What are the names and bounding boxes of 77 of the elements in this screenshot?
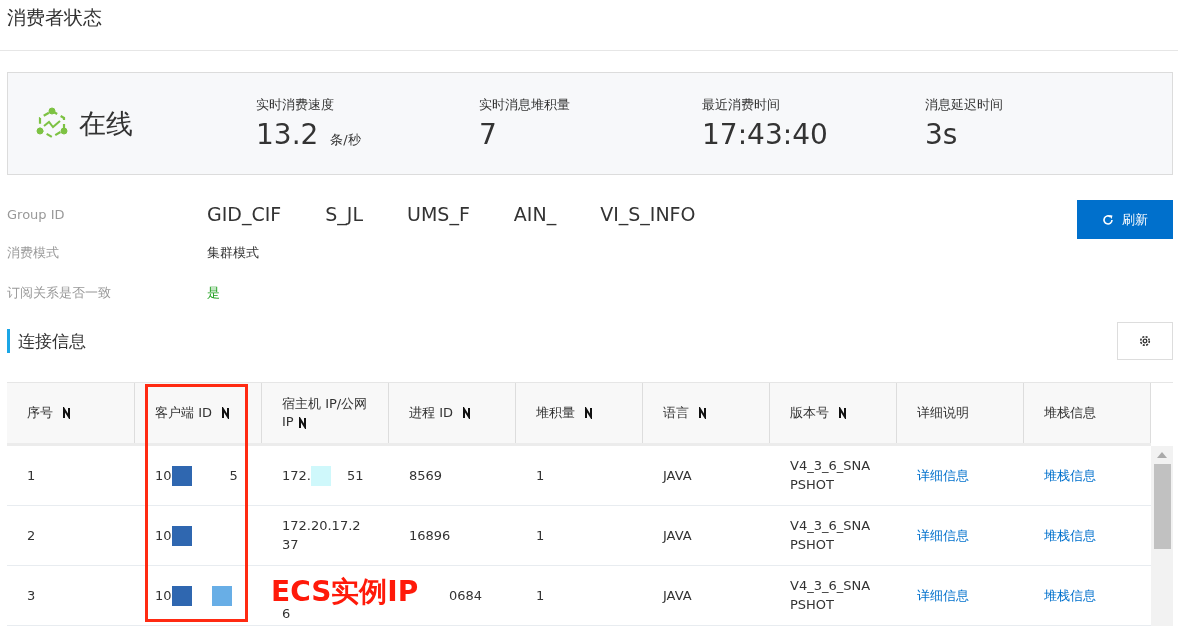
redaction-mark (310, 465, 331, 486)
column-header[interactable]: 进程 ID (409, 403, 471, 423)
group-id-fragment: VI_S_INFO (600, 203, 696, 225)
table-cell-text: V4_3_6_SNAPSHOT (790, 516, 872, 554)
table-cell: 0684 (449, 588, 483, 603)
settings-icon (1138, 334, 1152, 348)
column-header: 详细说明 (917, 403, 969, 422)
table-cell-text: V4_3_6_SNAPSHOT (790, 456, 872, 494)
table-cell: 1 (536, 468, 545, 483)
stack-link[interactable]: 堆栈信息 (1044, 526, 1096, 545)
info-label: 消费模式 (7, 244, 60, 262)
redaction-mark (171, 525, 192, 546)
redaction-mark (211, 585, 232, 606)
table-cell: 1 (536, 588, 545, 603)
table-cell: 172. (282, 468, 311, 483)
refresh-button[interactable]: 刷新 (1077, 200, 1173, 239)
table-cell-text: V4_3_6_SNAPSHOT (790, 576, 872, 614)
table-cell: JAVA (663, 468, 692, 483)
metric-value: 17:43:40 (702, 118, 828, 151)
info-label: Group ID (7, 206, 66, 222)
redaction-mark (171, 465, 192, 486)
sort-icon[interactable] (221, 407, 230, 419)
metric-label: 消息延迟时间 (925, 96, 1004, 114)
metric-label: 实时消费速度 (256, 96, 335, 114)
metric-value: 13.2 (256, 118, 319, 151)
group-id-fragment: UMS_F (407, 203, 470, 225)
group-id-fragment: S_JL (325, 203, 363, 225)
table-cell: 6 (282, 606, 291, 621)
table-cell: 1 (536, 528, 545, 543)
table-cell: 3 (27, 588, 36, 603)
table-cell: 10 (155, 468, 172, 483)
table-cell: 2 (27, 528, 36, 543)
sort-icon[interactable] (584, 407, 593, 419)
sort-icon[interactable] (462, 407, 471, 419)
table-cell: JAVA (663, 588, 692, 603)
table-cell: 8569 (409, 468, 443, 483)
sort-icon[interactable] (297, 416, 307, 429)
redaction-mark (171, 585, 192, 606)
table-cell: 5 (229, 468, 238, 483)
metric-value: 7 (479, 118, 497, 151)
table-cell: 10 (155, 588, 172, 603)
table-cell-text: 172.20.17.237 (282, 516, 362, 554)
column-header[interactable]: 堆积量 (536, 403, 593, 423)
page-title: 消费者状态 (6, 5, 103, 30)
metric-label: 实时消息堆积量 (479, 96, 571, 114)
section-title: 连接信息 (18, 329, 86, 353)
stack-link[interactable]: 堆栈信息 (1044, 466, 1096, 485)
metric-label: 最近消费时间 (702, 96, 781, 114)
column-header[interactable]: 语言 (663, 403, 707, 423)
table-cell: JAVA (663, 528, 692, 543)
stack-link[interactable]: 堆栈信息 (1044, 586, 1096, 605)
sort-icon[interactable] (62, 407, 71, 419)
group-id-fragment: AIN_ (513, 203, 557, 225)
annotation-label: ECS实例IP (271, 575, 421, 609)
sort-icon[interactable] (698, 407, 707, 419)
column-header[interactable]: 客户端 ID (155, 403, 230, 423)
column-header[interactable]: 宿主机 IP/公网 IP (282, 394, 368, 432)
refresh-icon (1102, 213, 1114, 226)
column-header[interactable]: 序号 (27, 403, 71, 423)
detail-link[interactable]: 详细信息 (917, 526, 969, 545)
metric-unit: 条/秒 (330, 131, 361, 149)
table-cell: 10 (155, 528, 172, 543)
status-label: 在线 (79, 106, 133, 141)
table-cell: 51 (346, 468, 364, 483)
section-marker (7, 329, 10, 353)
sort-icon[interactable] (838, 407, 847, 419)
info-value: 是 (207, 284, 220, 302)
column-header: 堆栈信息 (1044, 403, 1096, 422)
table-cell: 1 (27, 468, 36, 483)
info-value: 集群模式 (207, 244, 259, 262)
table-cell: 16896 (409, 528, 451, 543)
metric-value: 3s (925, 118, 958, 151)
detail-link[interactable]: 详细信息 (917, 586, 969, 605)
group-id-fragment: GID_CIF (207, 203, 282, 225)
column-header[interactable]: 版本号 (790, 403, 847, 423)
scrollbar[interactable] (1151, 446, 1173, 626)
detail-link[interactable]: 详细信息 (917, 466, 969, 485)
